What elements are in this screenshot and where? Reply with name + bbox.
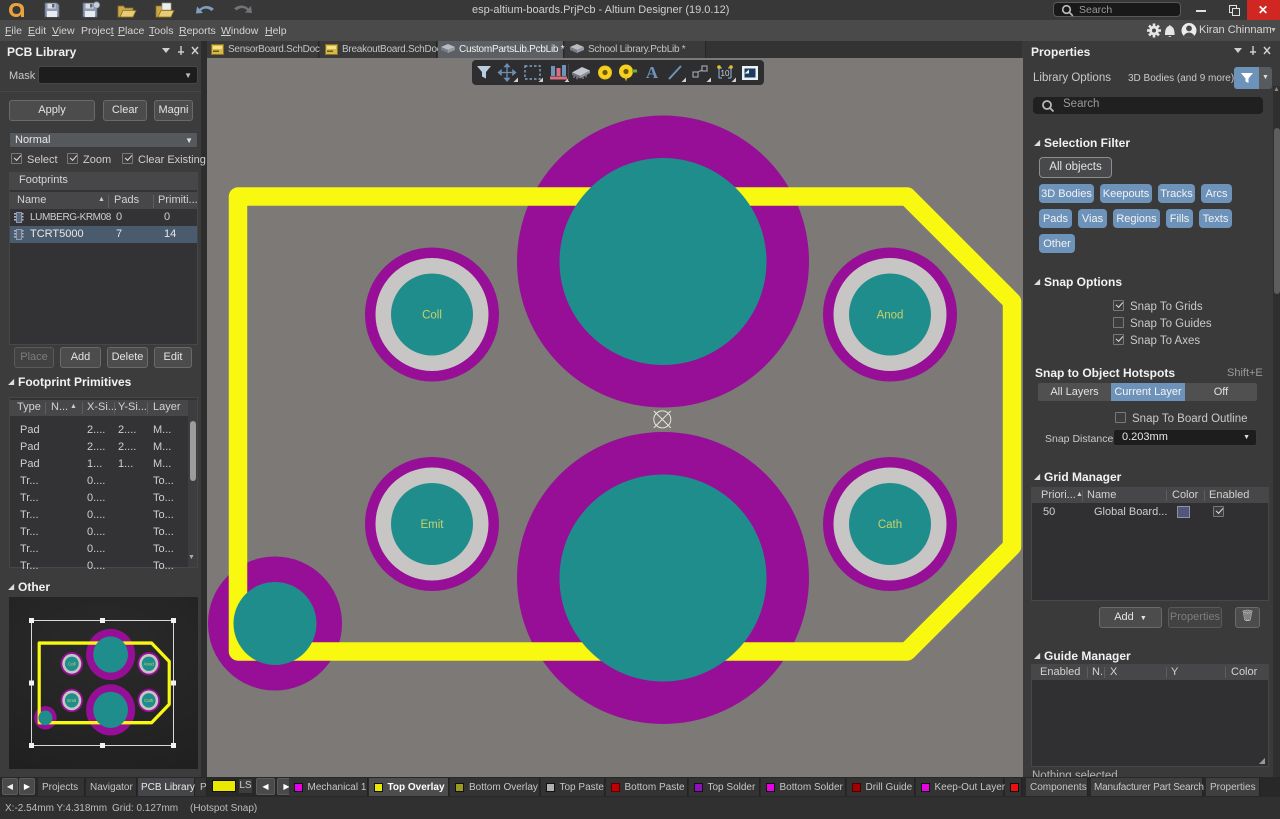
svg-text:Coll: Coll xyxy=(422,309,442,321)
svg-text:Cath: Cath xyxy=(878,519,902,531)
svg-text:Emit: Emit xyxy=(67,698,76,703)
svg-text:10: 10 xyxy=(721,69,730,78)
svg-text:Coll: Coll xyxy=(68,661,76,666)
svg-text:A: A xyxy=(646,63,659,82)
svg-text:Cath: Cath xyxy=(144,698,154,703)
svg-text:Anod: Anod xyxy=(877,309,904,321)
svg-text:Anod: Anod xyxy=(144,661,155,666)
svg-text:Emit: Emit xyxy=(421,519,445,531)
